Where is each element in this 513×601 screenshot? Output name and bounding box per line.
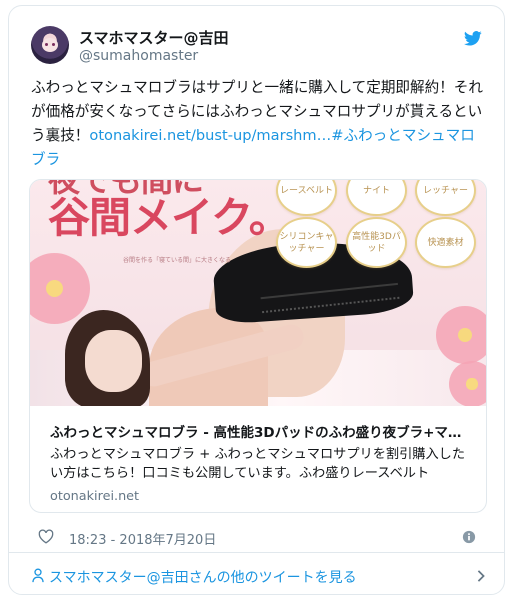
author-display-name[interactable]: スマホマスター@吉田: [79, 27, 229, 48]
preview-image[interactable]: 夜でも間に 谷間メイク。 谷間を作る「寝ている間」に大きくなる レースベルト ナ…: [30, 180, 486, 406]
tweet-header: スマホマスター@吉田 @sumahomaster: [9, 6, 504, 72]
link-preview-card[interactable]: 夜でも間に 谷間メイク。 谷間を作る「寝ている間」に大きくなる レースベルト ナ…: [29, 179, 487, 513]
feature-badge: 快適素材: [415, 217, 476, 268]
info-icon[interactable]: [462, 530, 476, 544]
tweet-link[interactable]: otonakirei.net/bust-up/marshm…: [89, 127, 331, 144]
avatar-eye-left: [45, 43, 48, 46]
preview-headline-line-2: 谷間メイク。: [48, 193, 291, 242]
more-tweets-link[interactable]: スマホマスター@吉田さんの他のツイートを見る: [49, 567, 357, 587]
avatar-eye-right: [52, 43, 55, 46]
tweet-meta-row: 18:23 - 2018年7月20日: [29, 528, 487, 548]
model-face-graphic: [85, 330, 142, 392]
embedded-tweet-card: スマホマスター@吉田 @sumahomaster ふわっとマシュマロブラはサプリ…: [8, 5, 505, 595]
card-domain[interactable]: otonakirei.net: [50, 489, 139, 504]
feature-badge: 高性能3Dパッド: [346, 217, 407, 268]
preview-subcopy: 谷間を作る「寝ている間」に大きくなる: [123, 257, 232, 264]
pink-flower-graphic: [436, 306, 486, 364]
pink-flower-graphic: [449, 361, 486, 406]
feature-badge: ナイト: [346, 180, 407, 216]
card-description: ふわっとマシュマロブラ + ふわっとマシュマロサプリを割引購入したい方はこちら！…: [50, 447, 466, 481]
tweet-timestamp[interactable]: 18:23 - 2018年7月20日: [69, 529, 216, 548]
twitter-bird-icon[interactable]: [464, 31, 482, 46]
author-handle[interactable]: @sumahomaster: [79, 48, 198, 64]
tweet-text: ふわっとマシュマロブラはサプリと一緒に購入して定期即解約！それが価格が安くなって…: [31, 76, 487, 172]
heart-icon[interactable]: [38, 529, 54, 544]
card-title[interactable]: ふわっとマシュマロブラ - 高性能3Dパッドのふわ盛り夜ブラ+マ…: [50, 421, 470, 441]
person-icon: [32, 568, 44, 583]
more-tweets-footer[interactable]: スマホマスター@吉田さんの他のツイートを見る: [9, 552, 504, 594]
chevron-right-icon[interactable]: [476, 570, 486, 582]
feature-badge: レッチャー: [415, 180, 476, 216]
pink-flower-graphic: [30, 253, 90, 324]
feature-badge: シリコンキャッチャー: [276, 217, 337, 268]
avatar[interactable]: [31, 26, 69, 64]
